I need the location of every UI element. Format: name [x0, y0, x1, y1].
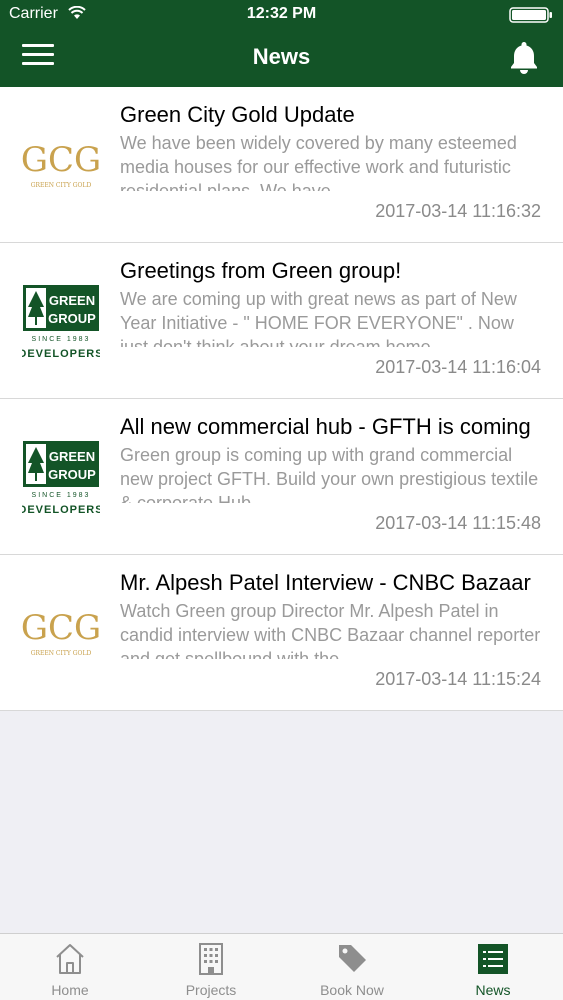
news-title: Greetings from Green group! [120, 258, 402, 283]
news-body: We are coming up with great news as part… [120, 289, 517, 347]
news-item[interactable]: GREEN GROUP SINCE 1983 DEVELOPERS All ne… [0, 399, 563, 555]
page-title: News [252, 44, 311, 69]
tab-label: News [475, 982, 511, 998]
svg-text:GROUP: GROUP [48, 311, 96, 326]
news-content: Greetings from Green group! We are comin… [120, 257, 541, 347]
news-body: We have been widely covered by many este… [120, 133, 517, 191]
status-bar: Carrier 12:32 PM [0, 0, 563, 30]
svg-text:DEVELOPERS: DEVELOPERS [22, 348, 100, 360]
news-date: 2017-03-14 11:15:48 [375, 513, 541, 533]
news-content: Mr. Alpesh Patel Interview - CNBC Bazaar… [120, 569, 541, 659]
news-title: All new commercial hub - GFTH is coming [120, 414, 531, 439]
tab-label: Projects [185, 982, 237, 998]
svg-text:GCG: GCG [22, 608, 100, 648]
news-date: 2017-03-14 11:15:24 [375, 669, 541, 689]
news-date: 2017-03-14 11:16:32 [375, 201, 541, 221]
battery-icon [509, 7, 552, 23]
news-content: Green City Gold Update We have been wide… [120, 101, 541, 191]
news-item[interactable]: GREEN GROUP SINCE 1983 DEVELOPERS Greeti… [0, 243, 563, 399]
news-content: All new commercial hub - GFTH is coming … [120, 413, 541, 503]
tab-bar: Home Projects Book Now News [0, 933, 563, 1000]
logo-caption: GREEN CITY GOLD [31, 650, 92, 657]
news-title: Green City Gold Update [120, 102, 355, 127]
news-item[interactable]: GCG GREEN CITY GOLD Mr. Alpesh Patel Int… [0, 555, 563, 711]
news-date: 2017-03-14 11:16:04 [375, 357, 541, 377]
home-icon [56, 944, 84, 974]
tab-label: Home [51, 982, 89, 998]
svg-text:SINCE 1983: SINCE 1983 [32, 336, 91, 343]
svg-text:GCG: GCG [22, 140, 100, 180]
news-body: Watch Green group Director Mr. Alpesh Pa… [120, 601, 541, 659]
tab-home[interactable]: Home [0, 934, 140, 1000]
list-icon [478, 944, 508, 974]
status-time: 12:32 PM [246, 5, 317, 22]
svg-text:GREEN: GREEN [49, 449, 95, 464]
green-group-logo: GREEN GROUP SINCE 1983 DEVELOPERS [22, 285, 100, 360]
building-icon [199, 943, 223, 975]
svg-text:GROUP: GROUP [48, 467, 96, 482]
tab-label: Book Now [320, 982, 384, 998]
tag-icon [339, 945, 366, 972]
bell-icon[interactable] [509, 40, 539, 74]
tab-projects[interactable]: Projects [141, 934, 281, 1000]
svg-text:SINCE 1983: SINCE 1983 [32, 492, 91, 499]
tab-news[interactable]: News [423, 934, 563, 1000]
green-group-logo: GREEN GROUP SINCE 1983 DEVELOPERS [22, 441, 100, 516]
news-item[interactable]: GCG GREEN CITY GOLD Green City Gold Upda… [0, 87, 563, 243]
nav-bar: News [0, 30, 563, 87]
svg-text:GREEN: GREEN [49, 293, 95, 308]
news-body: Green group is coming up with grand comm… [120, 445, 539, 503]
svg-text:DEVELOPERS: DEVELOPERS [22, 504, 100, 516]
tab-book-now[interactable]: Book Now [282, 934, 422, 1000]
logo-caption: GREEN CITY GOLD [31, 182, 92, 189]
green-city-gold-logo: GCG GREEN CITY GOLD [22, 608, 100, 657]
top-bar: Carrier 12:32 PM News [0, 0, 563, 87]
news-list: GCG GREEN CITY GOLD Green City Gold Upda… [0, 87, 563, 711]
green-city-gold-logo: GCG GREEN CITY GOLD [22, 140, 100, 189]
news-title: Mr. Alpesh Patel Interview - CNBC Bazaar [120, 570, 531, 595]
